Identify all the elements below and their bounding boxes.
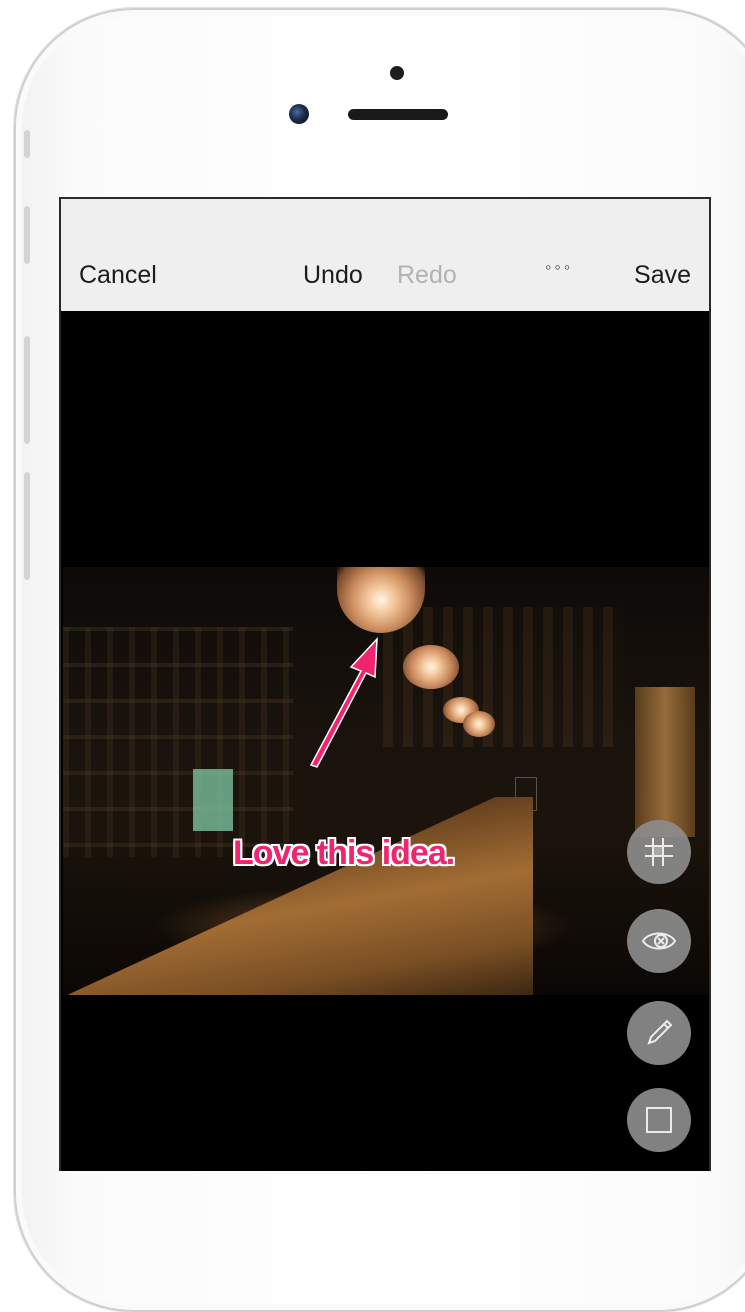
redo-button[interactable]: Redo (397, 261, 457, 290)
rectangle-tool-button[interactable] (627, 1088, 691, 1152)
volume-up-button (24, 336, 30, 444)
undo-button[interactable]: Undo (303, 261, 363, 290)
annotation-text[interactable]: Love this idea. (233, 834, 455, 873)
save-button[interactable]: Save (634, 261, 691, 290)
annotation-arrow[interactable] (63, 567, 709, 995)
more-options-button[interactable]: ◦◦◦ (545, 257, 573, 278)
volume-down-button (24, 472, 30, 580)
side-button-top (24, 206, 30, 264)
rectangle-icon (646, 1107, 672, 1133)
pencil-tool-button[interactable] (627, 1001, 691, 1065)
cancel-button[interactable]: Cancel (79, 261, 157, 290)
proximity-sensor (390, 66, 404, 80)
earpiece-speaker (348, 109, 448, 120)
editor-toolbar: Cancel Undo Redo ◦◦◦ Save (61, 199, 709, 311)
mute-switch (24, 130, 30, 158)
screen: Cancel Undo Redo ◦◦◦ Save Love this idea… (59, 197, 711, 1171)
front-camera (289, 104, 309, 124)
photo-canvas[interactable]: Love this idea. (63, 567, 709, 995)
blur-tool-button[interactable] (627, 909, 691, 973)
pencil-icon (647, 1019, 673, 1045)
pixelate-tool-button[interactable] (627, 820, 691, 884)
blur-icon (641, 932, 677, 950)
pixelate-icon (645, 838, 673, 866)
